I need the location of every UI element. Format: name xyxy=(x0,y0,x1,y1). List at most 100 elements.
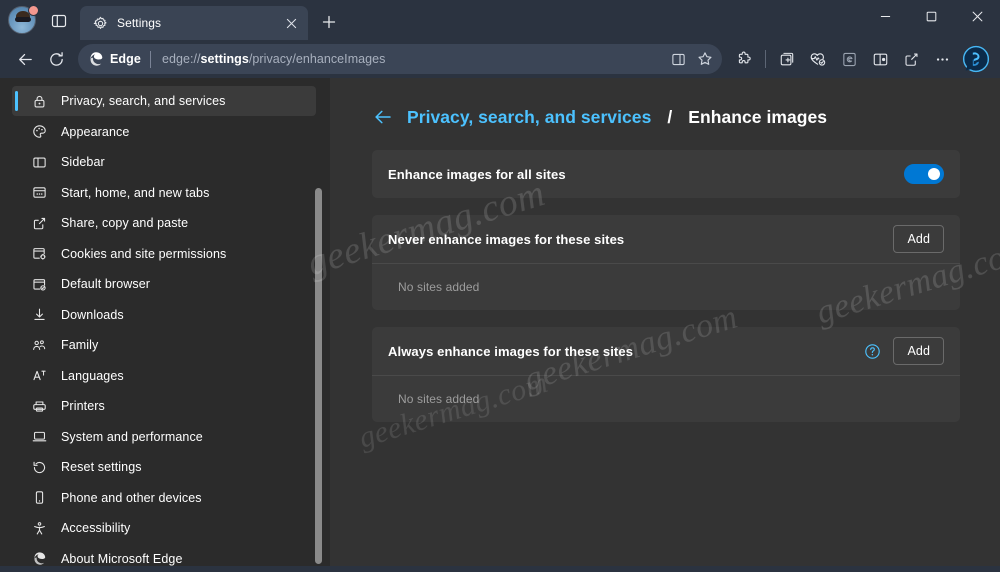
sidebar-item-reset-settings[interactable]: Reset settings xyxy=(12,452,316,482)
sidebar-item-label: Cookies and site permissions xyxy=(61,246,227,261)
empty-state-text: No sites added xyxy=(398,392,480,406)
breadcrumb: Privacy, search, and services / Enhance … xyxy=(372,106,960,128)
sidebar-item-label: Reset settings xyxy=(61,460,142,474)
breadcrumb-separator: / xyxy=(667,106,673,127)
split-screen-icon[interactable] xyxy=(665,46,691,72)
sidebar-item-start-home-and-new-tabs[interactable]: Start, home, and new tabs xyxy=(12,178,316,208)
ie-mode-icon xyxy=(842,52,856,66)
sidebar-item-label: Languages xyxy=(61,368,124,383)
palette-icon xyxy=(31,123,48,140)
maximize-icon xyxy=(926,11,936,21)
laptop-icon xyxy=(31,428,48,445)
extensions-button[interactable] xyxy=(729,44,759,74)
sidebar-item-privacy-search-and-services[interactable]: Privacy, search, and services xyxy=(12,86,316,116)
maximize-button[interactable] xyxy=(908,0,954,32)
card-row: Always enhance images for these sites Ad… xyxy=(372,327,960,375)
url-path: /privacy/enhanceImages xyxy=(248,52,386,66)
tab-settings[interactable]: Settings xyxy=(80,6,308,40)
settings-and-more-button[interactable] xyxy=(927,44,957,74)
card-row: Never enhance images for these sites Add xyxy=(372,215,960,263)
toolbar-divider xyxy=(765,50,766,68)
family-icon xyxy=(31,337,48,354)
breadcrumb-parent-link[interactable]: Privacy, search, and services xyxy=(407,107,651,128)
share-button[interactable] xyxy=(896,44,926,74)
back-button[interactable] xyxy=(10,44,40,74)
favorite-star-icon[interactable] xyxy=(692,46,718,72)
close-icon[interactable] xyxy=(280,12,302,34)
sidebar-item-label: Downloads xyxy=(61,307,124,322)
back-arrow-icon xyxy=(18,53,32,65)
sidebar-item-label: Share, copy and paste xyxy=(61,216,189,230)
sidebar-item-cookies-and-site-permissions[interactable]: Cookies and site permissions xyxy=(12,239,316,269)
add-button[interactable]: Add xyxy=(893,337,944,365)
sidebar-item-label: System and performance xyxy=(61,429,203,444)
setting-label: Enhance images for all sites xyxy=(388,166,566,182)
add-button[interactable]: Add xyxy=(893,225,944,253)
card-row: Enhance images for all sites xyxy=(372,150,960,198)
sidebar-item-label: Default browser xyxy=(61,277,151,291)
gear-icon xyxy=(92,15,108,31)
setting-label: Never enhance images for these sites xyxy=(388,231,625,247)
omnibox-actions xyxy=(665,46,718,72)
copilot-button[interactable] xyxy=(960,43,992,75)
split-screen-icon xyxy=(873,53,887,65)
sidebar-item-accessibility[interactable]: Accessibility xyxy=(12,513,316,543)
sidebar-item-default-browser[interactable]: Default browser xyxy=(12,269,316,299)
browser-window: Settings Edge edge://settings/privacy/en… xyxy=(0,0,1000,572)
sidebar-item-downloads[interactable]: Downloads xyxy=(12,300,316,330)
split-screen-button[interactable] xyxy=(865,44,895,74)
new-tab-button[interactable] xyxy=(314,7,344,37)
plus-icon xyxy=(322,15,336,29)
tab-actions-icon xyxy=(51,14,67,28)
sidebar-item-phone-and-other-devices[interactable]: Phone and other devices xyxy=(12,483,316,513)
default-browser-icon xyxy=(31,276,48,293)
home-page-icon xyxy=(31,184,48,201)
reset-icon xyxy=(31,459,48,476)
sidebar-item-printers[interactable]: Printers xyxy=(12,391,316,421)
back-arrow-icon[interactable] xyxy=(372,106,394,128)
sidebar-item-label: Phone and other devices xyxy=(61,490,202,505)
sidebar-item-family[interactable]: Family xyxy=(12,330,316,360)
share-icon xyxy=(904,52,918,66)
edge-logo-icon xyxy=(31,550,48,566)
profile-button[interactable] xyxy=(8,5,39,36)
accessibility-icon xyxy=(31,520,48,537)
sidebar-item-label: Accessibility xyxy=(61,521,131,535)
address-bar[interactable]: Edge edge://settings/privacy/enhanceImag… xyxy=(78,44,722,74)
url-host: settings xyxy=(200,52,249,66)
copilot-icon xyxy=(962,45,990,73)
sidebar-item-sidebar[interactable]: Sidebar xyxy=(12,147,316,177)
sidebar-item-appearance[interactable]: Appearance xyxy=(12,117,316,147)
minimize-icon xyxy=(880,15,890,17)
edge-logo-icon xyxy=(90,52,103,66)
sidebar-scrollbar[interactable] xyxy=(315,188,322,564)
close-window-button[interactable] xyxy=(954,0,1000,32)
tab-actions-button[interactable] xyxy=(44,6,74,36)
help-circle-icon[interactable] xyxy=(863,342,881,360)
avatar-status-badge xyxy=(28,5,39,16)
download-icon xyxy=(31,306,48,323)
window-bottom-edge xyxy=(0,566,1000,572)
card-enhance-images-all-sites: Enhance images for all sites xyxy=(372,150,960,198)
url-text: edge://settings/privacy/enhanceImages xyxy=(151,52,665,66)
empty-state-text: No sites added xyxy=(398,280,480,294)
refresh-button[interactable] xyxy=(41,44,71,74)
sidebar-item-share-copy-and-paste[interactable]: Share, copy and paste xyxy=(12,208,316,238)
enhance-images-toggle[interactable] xyxy=(904,164,944,184)
sidebar-item-about-microsoft-edge[interactable]: About Microsoft Edge xyxy=(12,544,316,567)
ie-mode-button[interactable] xyxy=(834,44,864,74)
sidebar-item-languages[interactable]: Languages xyxy=(12,361,316,391)
sidebar-item-system-and-performance[interactable]: System and performance xyxy=(12,422,316,452)
collections-button[interactable] xyxy=(772,44,802,74)
close-icon xyxy=(972,11,982,21)
browser-essentials-button[interactable] xyxy=(803,44,833,74)
share-icon xyxy=(31,215,48,232)
sidebar-item-label: Appearance xyxy=(61,124,130,139)
extensions-icon xyxy=(738,51,751,63)
url-prefix: edge:// xyxy=(161,52,201,66)
cookies-icon xyxy=(31,245,48,262)
minimize-button[interactable] xyxy=(862,0,908,32)
toggle-knob xyxy=(928,168,940,180)
browser-toolbar: Edge edge://settings/privacy/enhanceImag… xyxy=(0,40,1000,78)
window-controls xyxy=(862,0,1000,32)
